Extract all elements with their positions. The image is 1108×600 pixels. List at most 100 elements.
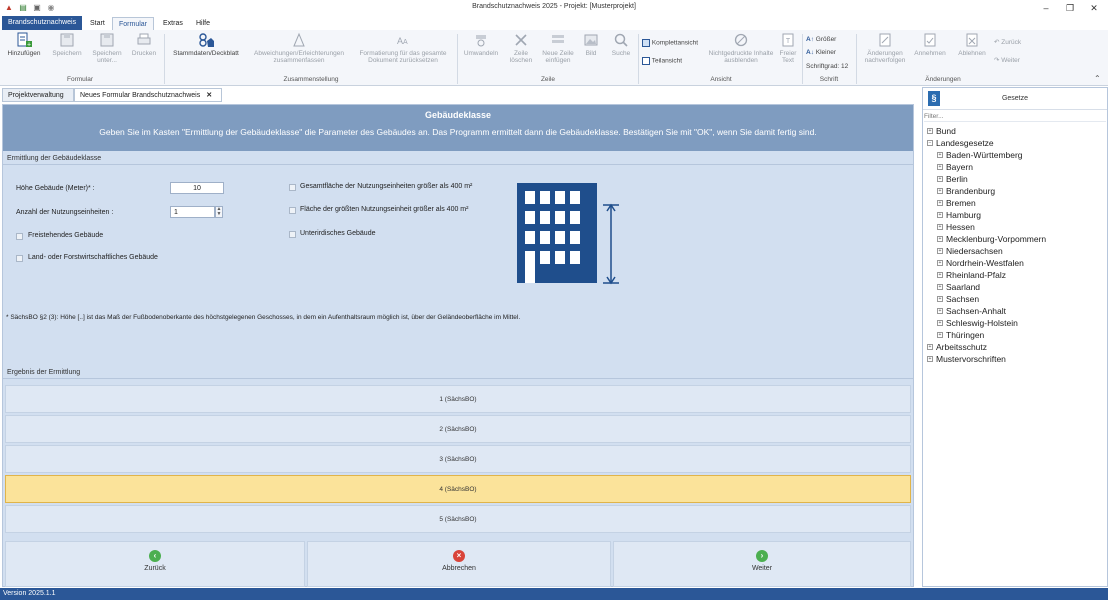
speichern-button[interactable]: Speichern: [48, 32, 86, 57]
delete-row-icon: [515, 34, 527, 46]
tab-start[interactable]: Start: [84, 17, 111, 30]
tree-item-land[interactable]: + Hessen: [927, 221, 1107, 233]
expand-icon[interactable]: +: [937, 187, 943, 194]
tree-item-land[interactable]: + Sachsen-Anhalt: [927, 305, 1107, 317]
tree-item-landesgesetze[interactable]: − Landesgesetze: [927, 137, 1107, 149]
aenderungen-nachverfolgen-button[interactable]: Änderungen nachverfolgen: [860, 32, 910, 64]
tree-item-land[interactable]: + Berlin: [927, 173, 1107, 185]
tree-item-land[interactable]: + Sachsen: [927, 293, 1107, 305]
result-row[interactable]: 4 (SächsBO): [5, 475, 911, 503]
tree-item-land[interactable]: + Hamburg: [927, 209, 1107, 221]
expand-icon[interactable]: +: [927, 127, 933, 134]
tree-item-land[interactable]: + Mecklenburg-Vorpommern: [927, 233, 1107, 245]
tree-item-land[interactable]: + Saarland: [927, 281, 1107, 293]
flaeche-groesste-checkbox[interactable]: [289, 207, 296, 214]
expand-icon[interactable]: +: [937, 307, 943, 314]
abweichungen-button[interactable]: Abweichungen/Erleichterungen zusammenfas…: [248, 32, 350, 64]
freistehend-checkbox[interactable]: [16, 233, 23, 240]
umwandeln-button[interactable]: Umwandeln: [460, 32, 502, 57]
tree-item-land[interactable]: + Baden-Württemberg: [927, 149, 1107, 161]
zeile-loeschen-button[interactable]: Zeile löschen: [504, 32, 538, 64]
expand-icon[interactable]: +: [937, 331, 943, 338]
drucken-button[interactable]: Drucken: [128, 32, 160, 57]
tree-item-land[interactable]: + Nordrhein-Westfalen: [927, 257, 1107, 269]
tree-item-arbeitsschutz[interactable]: + Arbeitsschutz: [927, 341, 1107, 353]
tree-item-land[interactable]: + Schleswig-Holstein: [927, 317, 1107, 329]
result-row[interactable]: 5 (SächsBO): [5, 505, 911, 533]
tree-item-land[interactable]: + Bremen: [927, 197, 1107, 209]
tree-item-land[interactable]: + Niedersachsen: [927, 245, 1107, 257]
tab-formular[interactable]: Formular: [112, 17, 155, 30]
anzahl-stepper[interactable]: ▲ ▼: [215, 206, 223, 218]
tab-extras[interactable]: Extras: [157, 17, 189, 30]
hinzufuegen-button[interactable]: + Hinzufügen: [4, 32, 44, 57]
zurueck-change-button[interactable]: ↶ Zurück: [994, 39, 1021, 47]
expand-icon[interactable]: +: [937, 151, 943, 158]
tree-item-land[interactable]: + Thüringen: [927, 329, 1107, 341]
form-subtitle: Geben Sie im Kasten "Ermittlung der Gebä…: [99, 127, 817, 137]
bild-button[interactable]: Bild: [578, 32, 604, 57]
filter-input[interactable]: [924, 112, 1106, 122]
expand-icon[interactable]: +: [937, 283, 943, 290]
expand-icon[interactable]: +: [937, 199, 943, 206]
speichern-unter-button[interactable]: Speichern unter...: [88, 32, 126, 64]
landwirtschaft-checkbox[interactable]: [16, 255, 23, 262]
expand-icon[interactable]: +: [937, 223, 943, 230]
minimize-icon[interactable]: –: [1040, 2, 1052, 14]
weiter-change-button[interactable]: ↷ Weiter: [994, 57, 1020, 65]
tab-hilfe[interactable]: Hilfe: [190, 17, 216, 30]
zurueck-button[interactable]: ‹ Zurück: [5, 541, 305, 587]
expand-icon[interactable]: +: [937, 163, 943, 170]
expand-icon[interactable]: +: [937, 211, 943, 218]
tree-item-land[interactable]: + Brandenburg: [927, 185, 1107, 197]
formatierung-button[interactable]: AA Formatierung für das gesamte Dokument…: [352, 32, 454, 64]
result-row[interactable]: 2 (SächsBO): [5, 415, 911, 443]
expand-icon[interactable]: +: [937, 247, 943, 254]
stammdaten-button[interactable]: Stammdaten/Deckblatt: [168, 32, 244, 57]
window-title: Brandschutznachweis 2025 - Projekt: [Mus…: [472, 3, 636, 10]
stammdaten-icon: [199, 33, 214, 47]
komplettansicht-button[interactable]: Komplettansicht: [642, 39, 698, 48]
expand-icon[interactable]: +: [937, 235, 943, 242]
ablehnen-button[interactable]: Ablehnen: [954, 32, 990, 57]
hoehe-input[interactable]: [170, 182, 224, 194]
track-changes-icon: [879, 33, 891, 47]
kleiner-button[interactable]: A↓ Kleiner: [806, 49, 836, 57]
result-row[interactable]: 1 (SächsBO): [5, 385, 911, 413]
close-icon[interactable]: ✕: [1088, 2, 1100, 14]
tree-item-land[interactable]: + Bayern: [927, 161, 1107, 173]
collapse-icon[interactable]: −: [927, 139, 933, 146]
tab-projektverwaltung[interactable]: Projektverwaltung: [2, 88, 74, 102]
restore-icon[interactable]: ❐: [1064, 2, 1076, 14]
suche-button[interactable]: Suche: [606, 32, 636, 57]
expand-icon[interactable]: +: [927, 343, 933, 350]
tab-neues-formular[interactable]: Neues Formular Brandschutznachweis ✕: [74, 88, 222, 102]
expand-icon[interactable]: +: [927, 355, 933, 362]
gesamtflaeche-checkbox[interactable]: [289, 184, 296, 191]
expand-icon[interactable]: +: [937, 175, 943, 182]
stammdaten-label: Stammdaten/Deckblatt: [173, 50, 239, 57]
tree-item-land[interactable]: + Rheinland-Pfalz: [927, 269, 1107, 281]
freier-text-button[interactable]: T Freier Text: [776, 32, 800, 64]
tree-item-mustervorschriften[interactable]: + Mustervorschriften: [927, 353, 1107, 365]
expand-icon[interactable]: +: [937, 271, 943, 278]
tree-label: Baden-Württemberg: [946, 150, 1023, 160]
tree-item-bund[interactable]: + Bund: [927, 125, 1107, 137]
teilansicht-button[interactable]: Teilansicht: [642, 57, 682, 66]
annehmen-button[interactable]: Annehmen: [912, 32, 948, 57]
expand-icon[interactable]: +: [937, 259, 943, 266]
groesser-button[interactable]: A↑ Größer: [806, 36, 836, 44]
neue-zeile-button[interactable]: Neue Zeile einfügen: [540, 32, 576, 64]
arrow-left-icon: ‹: [149, 550, 161, 562]
abbrechen-button[interactable]: × Abbrechen: [307, 541, 611, 587]
anzahl-input[interactable]: [170, 206, 215, 218]
result-row[interactable]: 3 (SächsBO): [5, 445, 911, 473]
nichtgedruckte-button[interactable]: Nichtgedruckte Inhalte ausblenden: [706, 32, 776, 64]
unterirdisch-checkbox[interactable]: [289, 231, 296, 238]
tab-brandschutznachweis[interactable]: Brandschutznachweis: [2, 16, 83, 30]
weiter-button[interactable]: › Weiter: [613, 541, 911, 587]
close-tab-icon[interactable]: ✕: [206, 92, 212, 99]
collapse-ribbon-icon[interactable]: ⌃: [1094, 74, 1101, 83]
expand-icon[interactable]: +: [937, 295, 943, 302]
expand-icon[interactable]: +: [937, 319, 943, 326]
